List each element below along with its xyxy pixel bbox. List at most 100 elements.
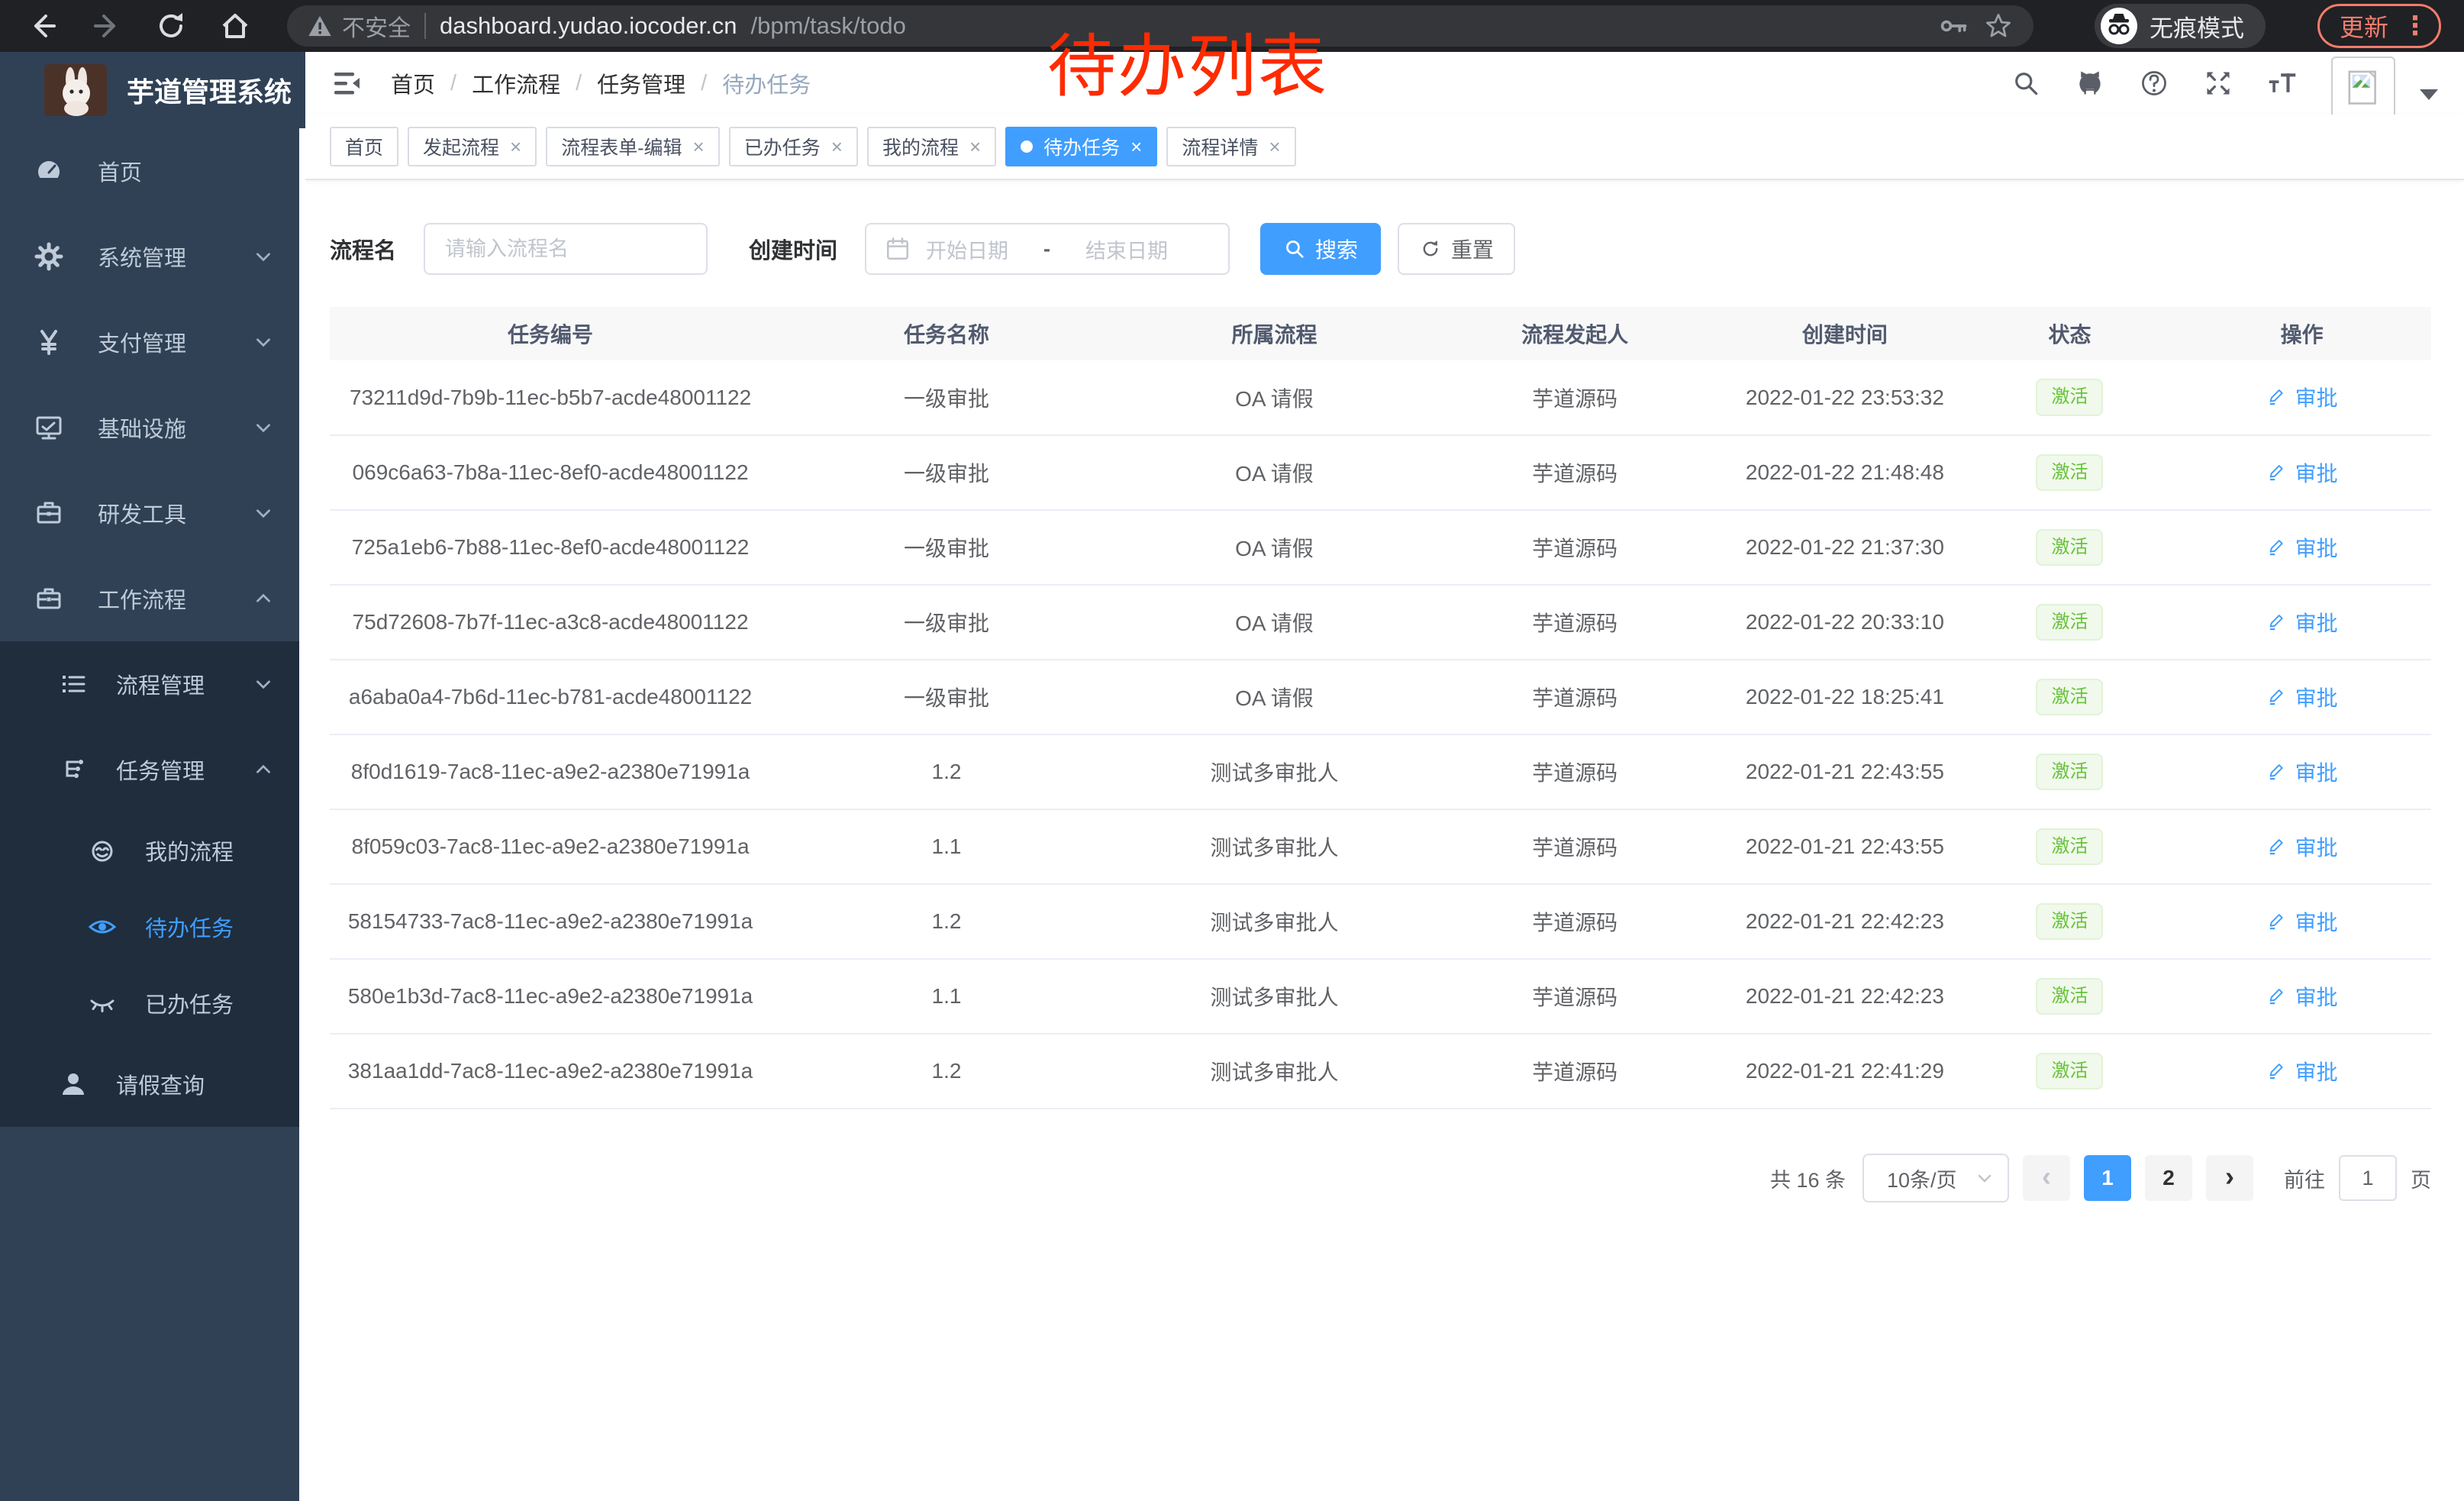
sidebar-item-payment-mgmt[interactable]: 支付管理 — [0, 299, 299, 385]
sidebar-item-infrastructure[interactable]: 基础设施 — [0, 385, 299, 470]
eye-icon — [87, 912, 118, 942]
tab-close-icon[interactable]: × — [1269, 137, 1280, 157]
font-size-icon[interactable] — [2267, 68, 2298, 98]
date-range-picker[interactable]: 开始日期 - 结束日期 — [865, 223, 1230, 275]
task-process: 测试多审批人 — [1122, 1034, 1427, 1109]
approve-link[interactable]: 审批 — [2266, 831, 2338, 862]
url-host: dashboard.yudao.iocoder.cn — [440, 12, 737, 40]
prev-page-button[interactable]: ‹ — [2023, 1155, 2070, 1201]
goto-page-input[interactable] — [2339, 1155, 2397, 1201]
create-time-label: 创建时间 — [749, 233, 837, 265]
status-badge: 激活 — [2036, 828, 2103, 865]
reload-icon[interactable] — [154, 9, 188, 43]
tab-label: 首页 — [345, 133, 383, 160]
process-name-input[interactable] — [424, 223, 708, 275]
reset-button[interactable]: 重置 — [1398, 223, 1515, 275]
goto-unit: 页 — [2411, 1164, 2431, 1193]
tab-home[interactable]: 首页 — [330, 127, 398, 166]
github-icon[interactable] — [2075, 68, 2105, 98]
task-actions: 审批 — [2172, 884, 2431, 959]
search-icon[interactable] — [2011, 68, 2041, 98]
sidebar-item-label: 已办任务 — [145, 987, 234, 1019]
approve-link[interactable]: 审批 — [2266, 757, 2338, 787]
approve-link[interactable]: 审批 — [2266, 682, 2338, 712]
avatar-dropdown-caret[interactable] — [2420, 89, 2438, 100]
sidebar-item-process-mgmt[interactable]: 流程管理 — [0, 641, 299, 727]
edit-pencil-icon — [2266, 612, 2288, 633]
approve-link[interactable]: 审批 — [2266, 1056, 2338, 1086]
col-task-id: 任务编号 — [330, 307, 771, 360]
sidebar-item-todo-tasks[interactable]: 待办任务 — [0, 889, 299, 965]
approve-link[interactable]: 审批 — [2266, 607, 2338, 638]
start-date-placeholder[interactable]: 开始日期 — [926, 234, 1008, 264]
sidebar-item-task-mgmt[interactable]: 任务管理 — [0, 727, 299, 812]
breadcrumb-workflow[interactable]: 工作流程 — [472, 67, 560, 99]
tab-close-icon[interactable]: × — [969, 137, 981, 157]
sidebar-item-home[interactable]: 首页 — [0, 128, 299, 214]
logo-row[interactable]: 芋道管理系统 — [0, 52, 305, 128]
tab-todo-tasks[interactable]: 待办任务× — [1005, 127, 1157, 166]
approve-label: 审批 — [2295, 382, 2338, 412]
sidebar-item-system-mgmt[interactable]: 系统管理 — [0, 214, 299, 299]
sidebar-item-my-process[interactable]: 我的流程 — [0, 812, 299, 889]
update-label[interactable]: 更新 — [2340, 8, 2388, 44]
search-button[interactable]: 搜索 — [1260, 223, 1381, 275]
update-button[interactable]: 更新 ⋮ — [2317, 4, 2441, 48]
end-date-placeholder[interactable]: 结束日期 — [1085, 234, 1168, 264]
breadcrumb-separator: / — [450, 71, 456, 96]
tree-icon — [58, 754, 89, 785]
fullscreen-icon[interactable] — [2203, 68, 2233, 98]
password-key-icon[interactable] — [1939, 11, 1969, 41]
sidebar-item-workflow[interactable]: 工作流程 — [0, 556, 299, 641]
next-page-button[interactable]: › — [2206, 1155, 2253, 1201]
forward-icon[interactable] — [90, 9, 124, 43]
task-id: 58154733-7ac8-11ec-a9e2-a2380e71991a — [330, 884, 771, 959]
incognito-icon — [2101, 8, 2137, 44]
tab-start-process[interactable]: 发起流程× — [408, 127, 537, 166]
approve-link[interactable]: 审批 — [2266, 382, 2338, 412]
address-bar[interactable]: 不安全 dashboard.yudao.iocoder.cn/bpm/task/… — [287, 5, 2033, 47]
sidebar: 芋道管理系统 首页 系统管理 支付管理 — [0, 52, 305, 1501]
sidebar-item-leave-query[interactable]: 请假查询 — [0, 1041, 299, 1127]
browser-menu-icon[interactable]: ⋮ — [2402, 13, 2428, 39]
tab-close-icon[interactable]: × — [693, 137, 705, 157]
dashboard-icon — [34, 156, 64, 186]
tab-done-tasks[interactable]: 已办任务× — [729, 127, 858, 166]
avatar[interactable] — [2331, 56, 2395, 121]
task-process: OA 请假 — [1122, 510, 1427, 585]
sidebar-collapse-icon[interactable] — [331, 66, 365, 100]
task-name: 1.2 — [771, 734, 1122, 809]
goto-page: 前往 页 — [2284, 1155, 2431, 1201]
tab-close-icon[interactable]: × — [510, 137, 521, 157]
gear-icon — [34, 241, 64, 272]
tab-process-detail[interactable]: 流程详情× — [1166, 127, 1295, 166]
sidebar-item-dev-tools[interactable]: 研发工具 — [0, 470, 299, 556]
task-initiator: 芋道源码 — [1427, 435, 1723, 510]
approve-link[interactable]: 审批 — [2266, 906, 2338, 937]
approve-link[interactable]: 审批 — [2266, 457, 2338, 488]
task-name: 1.2 — [771, 884, 1122, 959]
help-icon[interactable] — [2139, 68, 2169, 98]
tab-close-icon[interactable]: × — [831, 137, 843, 157]
security-indicator[interactable]: 不安全 — [307, 9, 411, 43]
incognito-label: 无痕模式 — [2150, 9, 2244, 44]
tab-form-edit[interactable]: 流程表单-编辑× — [546, 127, 720, 166]
page-size-select[interactable]: 10条/页 — [1863, 1154, 2009, 1202]
task-name: 一级审批 — [771, 510, 1122, 585]
back-icon[interactable] — [26, 9, 60, 43]
breadcrumb-task-mgmt[interactable]: 任务管理 — [597, 67, 685, 99]
tab-close-icon[interactable]: × — [1130, 137, 1142, 157]
total-count: 共 16 条 — [1770, 1164, 1846, 1193]
tab-label: 我的流程 — [882, 133, 959, 160]
breadcrumb-home[interactable]: 首页 — [391, 67, 435, 99]
task-id: 069c6a63-7b8a-11ec-8ef0-acde48001122 — [330, 435, 771, 510]
approve-link[interactable]: 审批 — [2266, 981, 2338, 1012]
logo-image — [44, 64, 107, 116]
approve-link[interactable]: 审批 — [2266, 532, 2338, 563]
home-icon[interactable] — [218, 9, 252, 43]
page-1-button[interactable]: 1 — [2084, 1155, 2131, 1201]
sidebar-item-done-tasks[interactable]: 已办任务 — [0, 965, 299, 1041]
tab-my-process[interactable]: 我的流程 × — [867, 127, 996, 166]
page-2-button[interactable]: 2 — [2145, 1155, 2192, 1201]
bookmark-star-icon[interactable] — [1983, 11, 2014, 41]
